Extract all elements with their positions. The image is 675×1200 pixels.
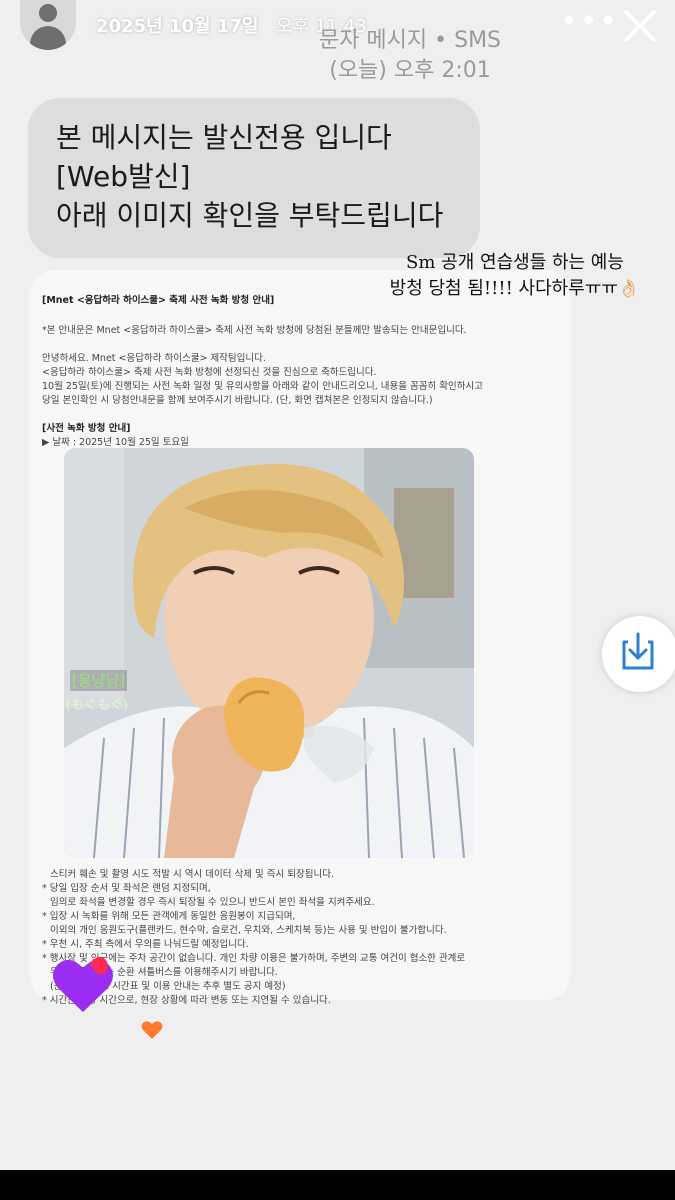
more-icon[interactable]: ••• [560,7,617,37]
bubble-line: 본 메시지는 발신전용 입니다 [56,121,392,154]
doc-line: * 당일 입장 순서 및 좌석은 랜덤 지정되며, [42,883,211,894]
close-icon[interactable] [620,6,660,46]
avatar-body [30,26,66,50]
story-screen: 2025년 10월 17일 오후 11:43 ••• 문자 메시지 • SMS … [0,0,675,1200]
photo-label: [몽냥냠] [70,670,128,691]
photo-sublabel: (もぐもぐ) [66,698,129,713]
doc-line: * 우천 시, 주최 측에서 우의를 나눠드릴 예정입니다. [42,939,249,950]
doc-line: <응답하라 하이스쿨> 축제 사전 녹화 방청에 선정되신 것을 진심으로 축하… [42,367,377,378]
avatar-head [39,4,57,22]
doc-line: 스티커 훼손 및 촬영 시도 적발 시 역시 데이터 삭제 및 즉시 퇴장됩니다… [50,869,334,880]
doc-line: [사전 녹화 방청 안내] [42,423,131,434]
photo-illustration [64,448,474,858]
download-icon [622,632,654,670]
doc-line: 안녕하세요. Mnet <응답하라 하이스쿨> 제작팀입니다. [42,353,266,364]
download-button[interactable] [602,616,675,692]
doc-line: * 입장 시 녹화를 위해 모든 관객에게 동일한 응원봉이 지급되며, [42,911,296,922]
doc-line: 당일 본인확인 시 당첨안내문을 함께 보여주시기 바랍니다. (단, 화면 캡… [42,395,433,406]
doc-line: ▶ 날짜 : 2025년 10월 25일 토요일 [42,437,189,448]
bubble-line: [Web발신] [56,160,191,193]
sms-header: 문자 메시지 • SMS [318,28,502,53]
doc-line: 임의로 좌석을 변경할 경우 즉시 퇴장될 수 있으니 반드시 본인 좌석을 지… [50,897,375,908]
photo-sticker[interactable] [64,448,474,858]
profile-avatar[interactable] [20,0,76,50]
doc-line: 이외의 개인 응원도구(플랜카드, 현수막, 슬로건, 우치와, 스케치북 등)… [50,925,447,936]
caption-line: Sm 공개 연습생들 하는 예능 [406,252,624,273]
heart-icon [53,956,113,1012]
story-date: 2025년 10월 17일 [96,16,259,37]
caption-line: 방청 당첨 됨!!!! 사다하루ㅠㅠ👌🏻 [389,278,641,299]
doc-line: *본 안내문은 Mnet <응답하라 하이스쿨> 축제 사전 녹화 방청에 당첨… [42,325,467,336]
story-caption: Sm 공개 연습생들 하는 예능 방청 당첨 됨!!!! 사다하루ㅠㅠ👌🏻 [380,250,650,302]
doc-line: 10월 25일(토)에 진행되는 사전 녹화 일정 및 유의사항을 아래와 같이… [42,381,483,392]
doc-title: [Mnet <응답하라 하이스쿨> 축제 사전 녹화 방청 안내] [42,295,275,306]
message-bubble: 본 메시지는 발신전용 입니다 [Web발신] 아래 이미지 확인을 부탁드립니… [28,98,480,258]
sms-date: (오늘) 오후 2:01 [329,58,491,83]
bubble-line: 아래 이미지 확인을 부탁드립니다 [56,199,444,232]
bottom-bar [0,1170,675,1200]
heart-icon [141,1021,163,1039]
